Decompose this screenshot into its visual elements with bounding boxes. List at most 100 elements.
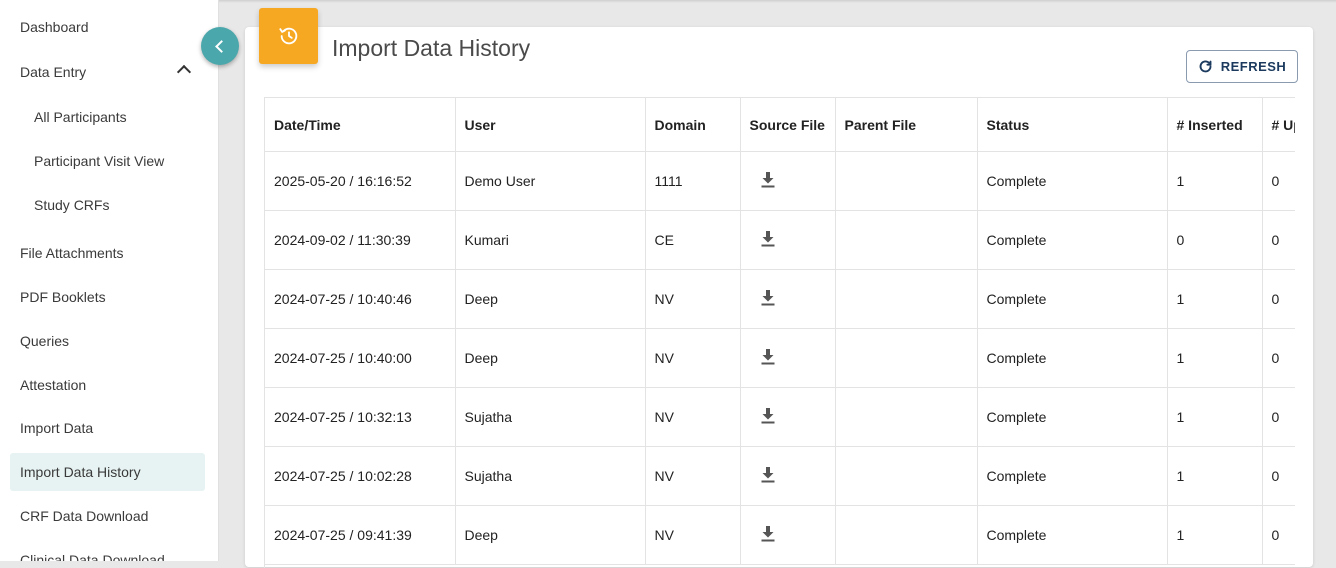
datetime-cell: 2024-09-02 / 11:30:39	[265, 210, 456, 270]
refresh-button[interactable]: REFRESH	[1186, 50, 1298, 83]
domain-cell: NV	[645, 446, 741, 506]
download-icon[interactable]	[761, 289, 775, 309]
sidebar-item-file-attachments[interactable]: File Attachments	[10, 234, 205, 272]
sidebar-item-data-entry[interactable]: Data Entry	[10, 53, 205, 91]
status-cell: Complete	[977, 505, 1168, 565]
source-file-cell	[740, 210, 836, 270]
user-cell: Deep	[455, 328, 646, 388]
status-cell: Complete	[977, 269, 1168, 329]
table-header-row: Date/Time User Domain Source File Parent…	[265, 98, 1295, 152]
sidebar-item-label: Import Data	[20, 420, 94, 436]
inserted-cell: 1	[1167, 269, 1263, 329]
parent-file-cell	[835, 210, 978, 270]
column-header-status[interactable]: Status	[977, 98, 1168, 152]
updated-cell: 0	[1262, 269, 1295, 329]
parent-file-cell	[835, 387, 978, 447]
updated-cell: 0	[1262, 210, 1295, 270]
sidebar-item-label: PDF Booklets	[20, 289, 106, 305]
download-icon[interactable]	[761, 525, 775, 545]
sidebar-item-label: Dashboard	[20, 19, 89, 35]
updated-cell: 0	[1262, 387, 1295, 447]
table-row: 2024-09-02 / 11:30:39 Kumari CE Complete 0 0	[265, 210, 1295, 270]
sidebar-item-label: All Participants	[34, 109, 127, 125]
inserted-cell: 1	[1167, 328, 1263, 388]
sidebar-item-dashboard[interactable]: Dashboard	[10, 8, 205, 46]
chevron-left-icon	[215, 39, 228, 53]
parent-file-cell	[835, 151, 978, 211]
table-row: 2025-05-20 / 16:16:52 Demo User 1111 Comple…	[265, 151, 1295, 211]
updated-cell: 0	[1262, 328, 1295, 388]
source-file-cell	[740, 269, 836, 329]
datetime-cell: 2024-07-25 / 10:40:00	[265, 328, 456, 388]
page-title: Import Data History	[332, 35, 531, 61]
sidebar-item-import-data[interactable]: Import Data	[10, 409, 205, 447]
download-icon[interactable]	[761, 348, 775, 368]
inserted-cell: 1	[1167, 151, 1263, 211]
column-header-user[interactable]: User	[455, 98, 646, 152]
inserted-cell: 1	[1167, 505, 1263, 565]
sidebar-item-attestation[interactable]: Attestation	[10, 366, 205, 404]
user-cell: Sujatha	[455, 446, 646, 506]
datetime-cell: 2025-05-20 / 16:16:52	[265, 151, 456, 211]
sidebar-item-clinical-data-download[interactable]: Clinical Data Download	[10, 541, 205, 561]
user-cell: Sujatha	[455, 387, 646, 447]
sidebar-item-participant-visit-view[interactable]: Participant Visit View	[10, 142, 205, 180]
collapse-sidebar-button[interactable]	[201, 27, 239, 65]
top-shadow	[219, 0, 1336, 3]
domain-cell: NV	[645, 505, 741, 565]
sidebar-item-study-crfs[interactable]: Study CRFs	[10, 186, 205, 224]
sidebar-item-import-data-history[interactable]: Import Data History	[10, 453, 205, 491]
datetime-cell: 2024-07-25 / 09:41:39	[265, 505, 456, 565]
refresh-button-label: REFRESH	[1220, 59, 1287, 74]
domain-cell: 1111	[645, 151, 741, 211]
download-icon[interactable]	[761, 171, 775, 191]
datetime-cell: 2024-07-25 / 10:02:28	[265, 446, 456, 506]
sidebar-item-pdf-booklets[interactable]: PDF Booklets	[10, 278, 205, 316]
user-cell: Deep	[455, 505, 646, 565]
sidebar: Dashboard Data Entry All Participants Pa…	[0, 0, 219, 561]
refresh-icon	[1199, 60, 1212, 73]
column-header-inserted[interactable]: # Inserted	[1167, 98, 1263, 152]
domain-cell: NV	[645, 387, 741, 447]
sidebar-item-crf-data-download[interactable]: CRF Data Download	[10, 497, 205, 535]
status-cell: Complete	[977, 446, 1168, 506]
chevron-up-icon	[176, 64, 192, 80]
source-file-cell	[740, 505, 836, 565]
column-header-updated[interactable]: # Up	[1262, 98, 1295, 152]
sidebar-item-label: File Attachments	[20, 245, 124, 261]
sidebar-item-label: Queries	[20, 333, 70, 349]
inserted-cell: 1	[1167, 387, 1263, 447]
column-header-datetime[interactable]: Date/Time	[265, 98, 456, 152]
download-icon[interactable]	[761, 407, 775, 427]
source-file-cell	[740, 446, 836, 506]
column-header-domain[interactable]: Domain	[645, 98, 741, 152]
sidebar-item-all-participants[interactable]: All Participants	[10, 98, 205, 136]
table-row: 2024-07-25 / 10:40:00 Deep NV Complete 1 0	[265, 328, 1295, 388]
inserted-cell: 1	[1167, 446, 1263, 506]
source-file-cell	[740, 151, 836, 211]
sidebar-item-queries[interactable]: Queries	[10, 322, 205, 360]
sidebar-item-label: CRF Data Download	[20, 508, 149, 524]
column-header-source-file[interactable]: Source File	[740, 98, 836, 152]
source-file-cell	[740, 328, 836, 388]
datetime-cell: 2024-07-25 / 10:32:13	[265, 387, 456, 447]
column-header-parent-file[interactable]: Parent File	[835, 98, 978, 152]
sidebar-item-label: Attestation	[20, 377, 87, 393]
table-row: 2024-07-25 / 10:40:46 Deep NV Complete 1 0	[265, 269, 1295, 329]
table-row: 2024-07-25 / 09:41:39 Deep NV Complete 1 0	[265, 505, 1295, 565]
user-cell: Demo User	[455, 151, 646, 211]
download-icon[interactable]	[761, 230, 775, 250]
sidebar-item-label: Import Data History	[20, 464, 141, 480]
table-row: 2024-07-25 / 10:32:13 Sujatha NV Complete 1 0	[265, 387, 1295, 447]
history-icon	[259, 8, 318, 64]
import-history-table: Date/Time User Domain Source File Parent…	[264, 97, 1295, 568]
sidebar-item-label: Study CRFs	[34, 197, 110, 213]
inserted-cell: 0	[1167, 210, 1263, 270]
updated-cell: 0	[1262, 151, 1295, 211]
user-cell: Deep	[455, 269, 646, 329]
sidebar-item-label: Clinical Data Download	[20, 552, 165, 561]
download-icon[interactable]	[761, 466, 775, 486]
sidebar-item-label: Participant Visit View	[34, 153, 165, 169]
domain-cell: CE	[645, 210, 741, 270]
updated-cell: 0	[1262, 446, 1295, 506]
